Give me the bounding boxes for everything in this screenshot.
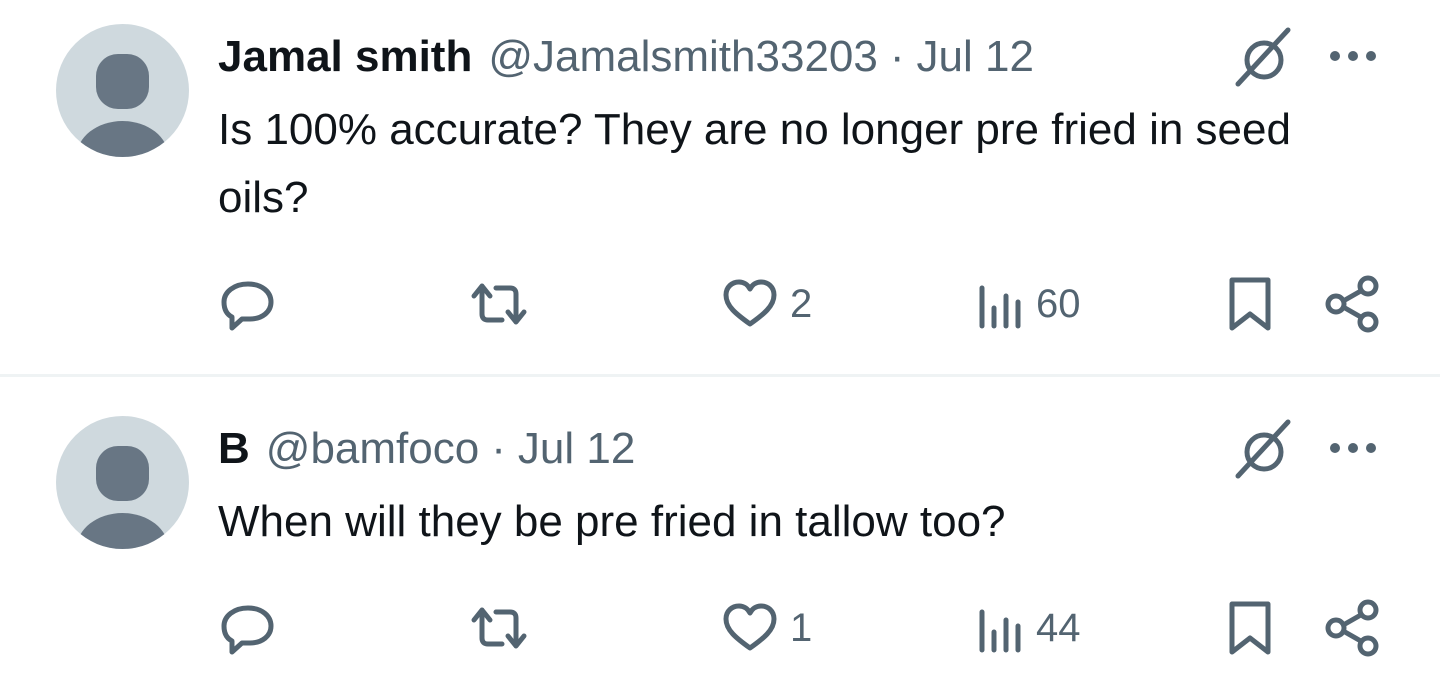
reply-button[interactable] <box>218 598 278 658</box>
user-handle[interactable]: @Jamalsmith33203 <box>488 32 878 82</box>
separator-dot: · <box>491 424 506 473</box>
views-icon <box>979 285 1021 329</box>
views-button[interactable]: 60 <box>976 274 1081 334</box>
post-text: When will they be pre fried in tallow to… <box>218 497 1006 546</box>
heart-icon <box>723 603 777 651</box>
like-button[interactable]: 2 <box>722 274 812 334</box>
post-date[interactable]: Jul 12 <box>518 424 635 474</box>
reply-thread: Jamal smith @Jamalsmith33203 · Jul 12 Is… <box>0 0 1440 688</box>
reply-button[interactable] <box>218 274 278 334</box>
share-button[interactable] <box>1324 598 1380 658</box>
repost-button[interactable] <box>468 598 530 658</box>
bookmark-icon <box>1229 277 1271 331</box>
bookmark-icon <box>1229 601 1271 655</box>
avatar[interactable] <box>56 24 189 157</box>
grok-icon[interactable] <box>1232 418 1296 482</box>
action-bar: 1 44 <box>0 598 1440 658</box>
display-name[interactable]: Jamal smith <box>218 32 472 82</box>
avatar[interactable] <box>56 416 189 549</box>
bookmark-button[interactable] <box>1226 598 1274 658</box>
action-bar: 2 60 <box>0 274 1440 334</box>
repost-icon <box>471 283 527 325</box>
view-count: 60 <box>1036 281 1081 326</box>
repost-button[interactable] <box>468 274 530 334</box>
post-header: B @bamfoco · Jul 12 <box>218 424 635 474</box>
reply-post[interactable]: Jamal smith @Jamalsmith33203 · Jul 12 Is… <box>0 0 1440 376</box>
share-icon <box>1325 275 1379 333</box>
post-header: Jamal smith @Jamalsmith33203 · Jul 12 <box>218 32 1034 82</box>
post-date[interactable]: Jul 12 <box>917 32 1034 82</box>
separator-dot: · <box>889 32 905 81</box>
share-button[interactable] <box>1324 274 1380 334</box>
reply-post[interactable]: B @bamfoco · Jul 12 When will they be pr… <box>0 378 1440 688</box>
user-handle[interactable]: @bamfoco <box>266 424 479 474</box>
more-icon[interactable] <box>1328 46 1378 66</box>
post-divider <box>0 374 1440 377</box>
heart-icon <box>723 279 777 327</box>
like-button[interactable]: 1 <box>722 598 812 658</box>
default-avatar-icon <box>76 54 169 157</box>
views-button[interactable]: 44 <box>976 598 1081 658</box>
grok-icon[interactable] <box>1232 26 1296 90</box>
reply-icon <box>221 605 274 655</box>
share-icon <box>1325 599 1379 657</box>
like-count: 1 <box>790 605 813 650</box>
view-count: 44 <box>1036 605 1081 650</box>
bookmark-button[interactable] <box>1226 274 1274 334</box>
views-icon <box>979 609 1021 653</box>
default-avatar-icon <box>76 446 169 549</box>
more-icon[interactable] <box>1328 438 1378 458</box>
display-name[interactable]: B <box>218 424 250 474</box>
repost-icon <box>471 607 527 649</box>
post-text: Is 100% accurate? They are no longer pre… <box>218 105 1291 222</box>
reply-icon <box>221 281 274 331</box>
like-count: 2 <box>790 281 813 326</box>
